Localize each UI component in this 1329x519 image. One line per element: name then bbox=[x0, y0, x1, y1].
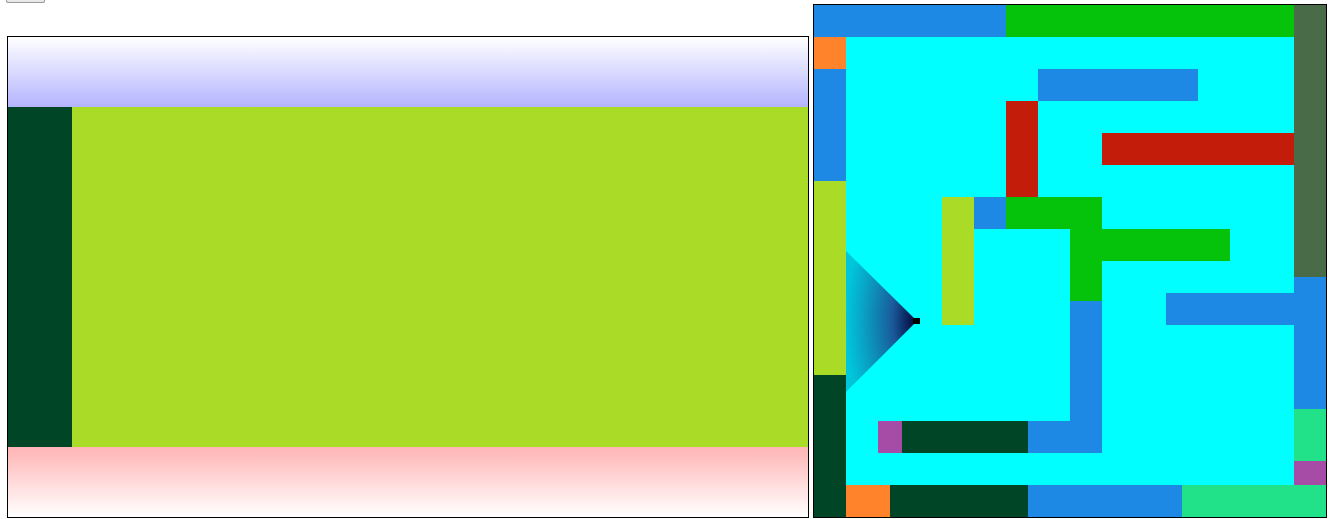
wall-tile bbox=[1294, 409, 1326, 461]
wall-tile bbox=[814, 5, 1006, 37]
wall-tile bbox=[1006, 5, 1294, 37]
wall-tile bbox=[1182, 485, 1326, 517]
floor bbox=[8, 447, 808, 517]
wall-tile bbox=[1006, 197, 1102, 229]
wall-tile bbox=[1070, 229, 1230, 261]
wall-tile bbox=[1102, 133, 1294, 165]
wall-slice-near bbox=[72, 107, 808, 447]
wall-tile bbox=[814, 37, 846, 69]
wall-tile bbox=[814, 181, 846, 375]
sky bbox=[8, 37, 808, 107]
wall-tile bbox=[1028, 485, 1182, 517]
wall-tile bbox=[1294, 277, 1326, 409]
wall-tile bbox=[942, 197, 974, 325]
wall-tile bbox=[814, 69, 846, 181]
wall-tile bbox=[1166, 293, 1294, 325]
wall-tile bbox=[1028, 421, 1102, 453]
wall-tile bbox=[974, 197, 1006, 229]
wall-tile bbox=[1038, 69, 1198, 101]
minimap bbox=[813, 4, 1327, 518]
wall-tile bbox=[1294, 37, 1326, 277]
minimap-grid bbox=[814, 5, 1326, 517]
first-person-viewport[interactable] bbox=[7, 36, 809, 518]
wall-tile bbox=[1070, 261, 1102, 301]
wall-tile bbox=[846, 485, 890, 517]
wall-tile bbox=[1294, 461, 1326, 485]
wall-tile bbox=[814, 375, 846, 517]
menu-button[interactable] bbox=[6, 0, 45, 3]
raycast-view bbox=[8, 37, 808, 517]
player-marker bbox=[913, 318, 920, 324]
wall-tile bbox=[878, 421, 902, 453]
wall-tile bbox=[902, 421, 1028, 453]
wall-tile bbox=[1006, 101, 1038, 197]
wall-tile bbox=[890, 485, 1028, 517]
wall-slice-dark bbox=[8, 107, 72, 447]
wall-tile bbox=[1294, 5, 1326, 37]
